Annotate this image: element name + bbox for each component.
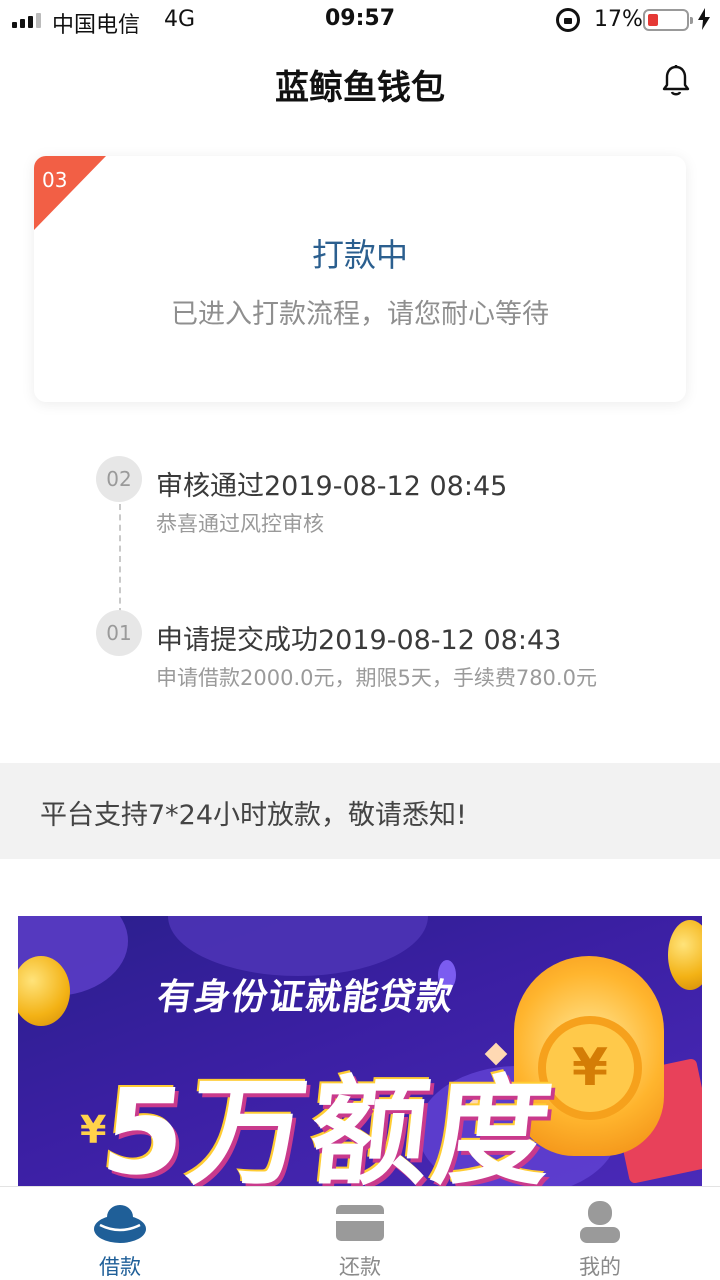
tab-repay[interactable]: 还款 — [240, 1187, 480, 1280]
rotation-lock-icon — [556, 8, 580, 32]
progress-timeline: 02 审核通过2019-08-12 08:45 恭喜通过风控审核 01 申请提交… — [0, 440, 720, 720]
ingot-icon — [94, 1205, 146, 1243]
timeline-connector — [119, 504, 121, 614]
banner-amount: 5万额度 — [95, 1063, 563, 1186]
notice-text: 平台支持7*24小时放款，敬请悉知! — [40, 800, 467, 831]
timeline-step-badge: 02 — [96, 456, 142, 502]
notice-bar: 平台支持7*24小时放款，敬请悉知! — [0, 763, 720, 859]
coin-icon — [18, 956, 70, 1026]
charging-icon — [698, 8, 710, 30]
user-icon — [580, 1201, 620, 1243]
cloud-decoration — [168, 916, 428, 976]
app-header: 蓝鲸鱼钱包 — [0, 40, 720, 120]
bell-icon[interactable] — [660, 64, 692, 98]
tab-bar: 借款 还款 我的 — [0, 1186, 720, 1280]
tab-borrow[interactable]: 借款 — [0, 1187, 240, 1280]
timeline-desc: 恭喜通过风控审核 — [156, 512, 324, 536]
tab-label: 借款 — [99, 1255, 141, 1279]
battery-level — [648, 14, 658, 26]
tab-label: 我的 — [579, 1255, 621, 1279]
loan-status-card: 03 打款中 已进入打款流程，请您耐心等待 — [34, 156, 686, 402]
timeline-title: 审核通过2019-08-12 08:45 — [156, 471, 508, 502]
status-title: 打款中 — [311, 236, 408, 274]
card-icon — [336, 1205, 384, 1241]
page-title: 蓝鲸鱼钱包 — [275, 68, 445, 108]
step-number: 03 — [42, 168, 68, 192]
timeline-step-badge: 01 — [96, 610, 142, 656]
status-bar: 中国电信 4G 09:57 17% — [0, 0, 720, 40]
promo-banner[interactable]: ¥ 有身份证就能贷款 ¥ 5万额度 — [18, 916, 702, 1186]
tab-mine[interactable]: 我的 — [480, 1187, 720, 1280]
status-subtitle: 已进入打款流程，请您耐心等待 — [171, 299, 549, 330]
timeline-title: 申请提交成功2019-08-12 08:43 — [156, 625, 562, 656]
tab-label: 还款 — [339, 1255, 381, 1279]
coin-icon — [668, 920, 702, 990]
timeline-desc: 申请借款2000.0元，期限5天，手续费780.0元 — [156, 666, 597, 690]
banner-headline: 有身份证就能贷款 — [154, 977, 457, 1018]
battery-icon — [643, 9, 693, 31]
battery-percent: 17% — [594, 7, 643, 32]
